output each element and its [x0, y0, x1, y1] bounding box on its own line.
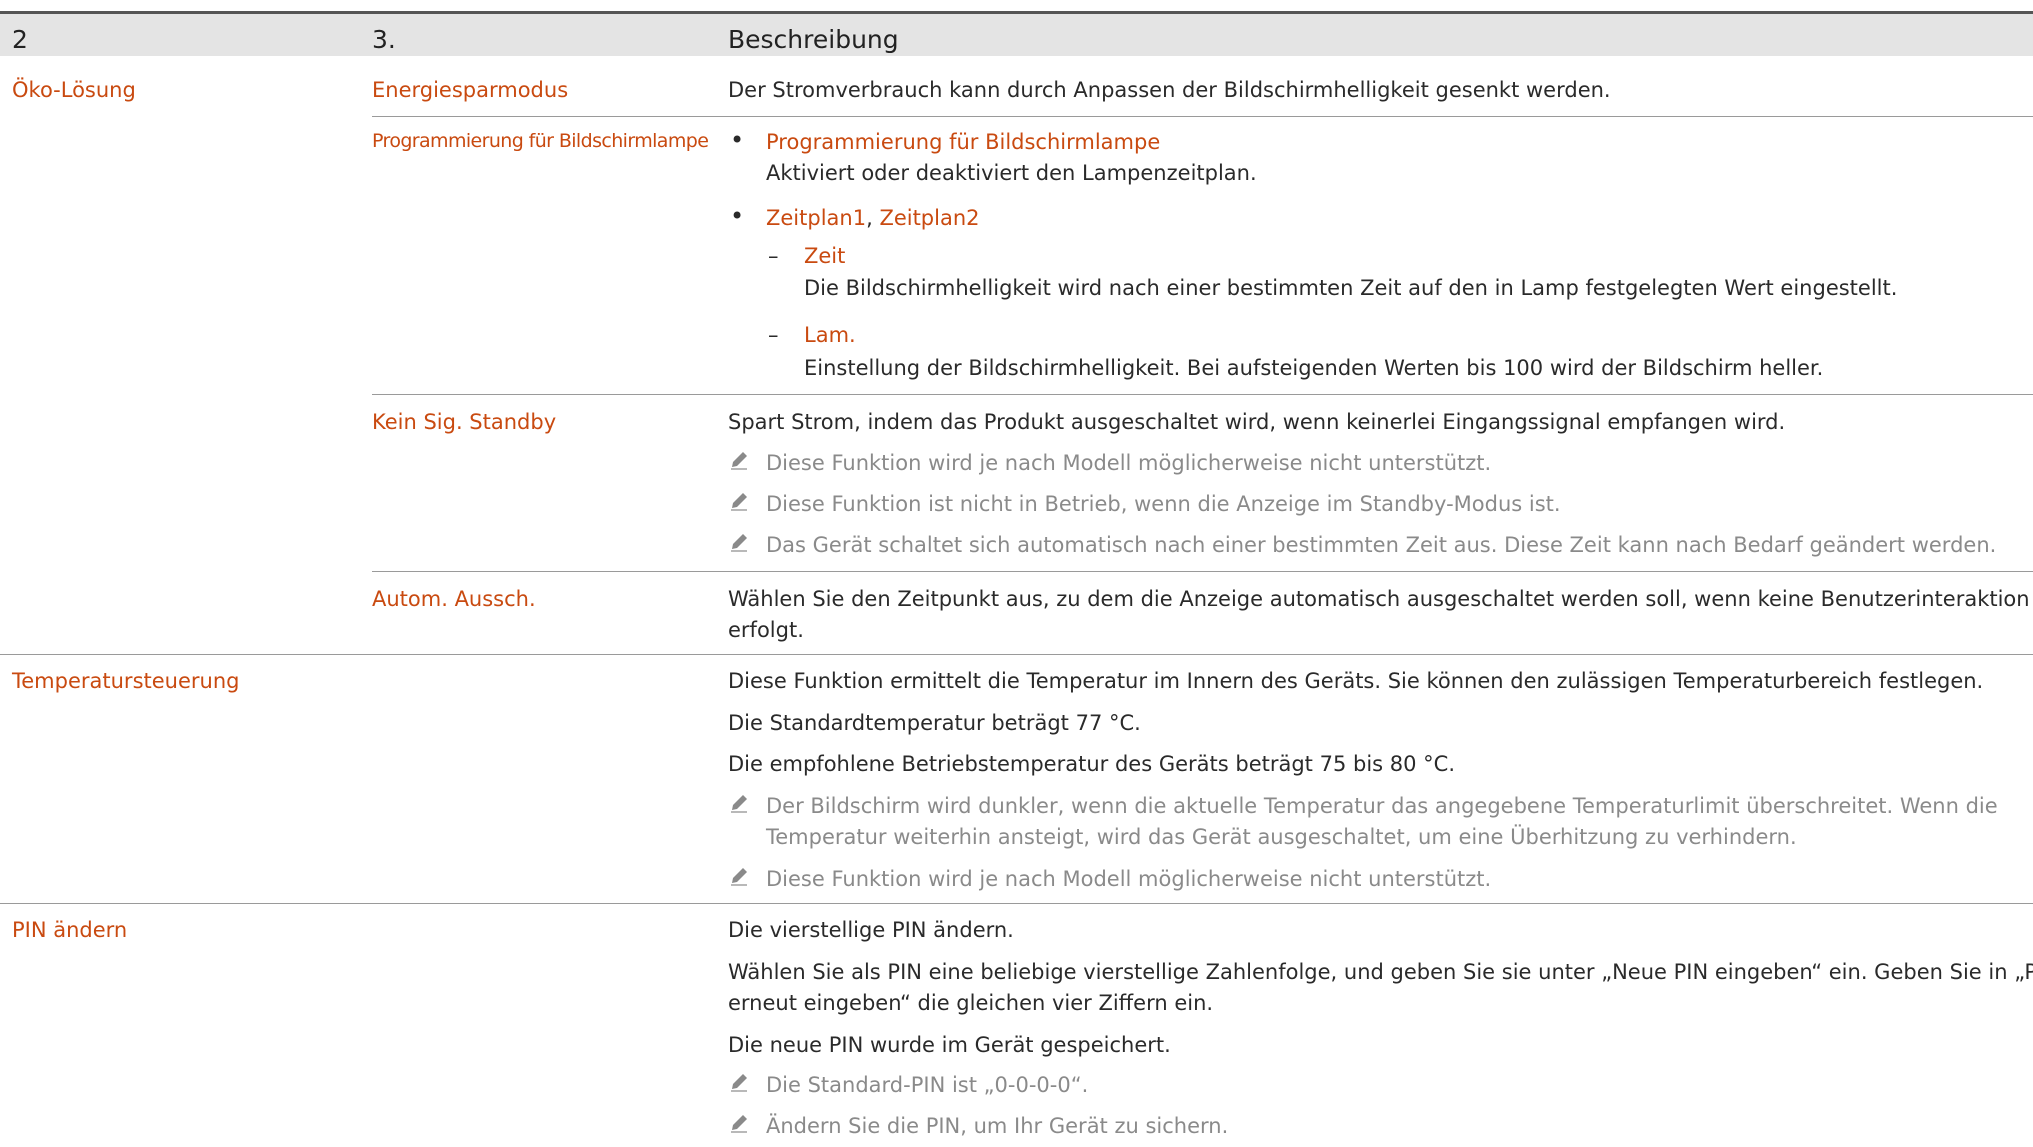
bullet: • — [730, 126, 745, 154]
pin-note1: Die Standard-PIN ist „0-0-0-0“. — [766, 1073, 1089, 1097]
row-divider — [372, 571, 2033, 572]
row-divider — [372, 116, 2033, 117]
temp-note1a: Der Bildschirm wird dunkler, wenn die ak… — [766, 794, 1998, 818]
lam-desc: Einstellung der Bildschirmhelligkeit. Be… — [804, 356, 1824, 380]
category-oeko: Öko-Lösung — [12, 78, 136, 102]
temp-note1b: Temperatur weiterhin ansteigt, wird das … — [766, 825, 1797, 849]
item-energiesparmodus: Energiesparmodus — [372, 78, 569, 102]
temp-desc2: Die Standardtemperatur beträgt 77 °C. — [728, 711, 1141, 735]
row-divider — [372, 394, 2033, 395]
pin-desc2a: Wählen Sie als PIN eine beliebige vierst… — [728, 960, 2033, 984]
temp-desc3: Die empfohlene Betriebstemperatur des Ge… — [728, 752, 1456, 776]
header-col2: 3. — [372, 25, 396, 54]
item-lampe: Programmierung für Bildschirmlampe — [372, 130, 709, 152]
pencil-icon — [728, 1112, 750, 1134]
header-col1: 2 — [12, 25, 28, 54]
pencil-icon — [728, 1071, 750, 1093]
item-standby: Kein Sig. Standby — [372, 410, 557, 434]
pin-note2: Ändern Sie die PIN, um Ihr Gerät zu sich… — [766, 1114, 1229, 1138]
lampe-bullet1-desc: Aktiviert oder deaktiviert den Lampenzei… — [766, 161, 1257, 185]
desc-autom-aussch-2: erfolgt. — [728, 618, 804, 642]
dash: – — [768, 323, 779, 347]
pin-desc3: Die neue PIN wurde im Gerät gespeichert. — [728, 1033, 1171, 1057]
temp-note2: Diese Funktion wird je nach Modell mögli… — [766, 867, 1492, 891]
temp-desc1: Diese Funktion ermittelt die Temperatur … — [728, 669, 1984, 693]
lampe-bullet1-title: Programmierung für Bildschirmlampe — [766, 130, 1161, 154]
section-divider — [0, 654, 2033, 655]
table-header: 2 3. Beschreibung — [0, 11, 2033, 56]
desc-energiesparmodus: Der Stromverbrauch kann durch Anpassen d… — [728, 78, 1611, 102]
zeit-title: Zeit — [804, 244, 846, 268]
header-col3: Beschreibung — [728, 25, 899, 54]
standby-note3: Das Gerät schaltet sich automatisch nach… — [766, 533, 1997, 557]
lam-title: Lam. — [804, 323, 856, 347]
pin-desc1: Die vierstellige PIN ändern. — [728, 918, 1014, 942]
zeit-desc: Die Bildschirmhelligkeit wird nach einer… — [804, 276, 1898, 300]
desc-autom-aussch-1: Wählen Sie den Zeitpunkt aus, zu dem die… — [728, 587, 2030, 611]
dash: – — [768, 244, 779, 268]
item-autom-aussch: Autom. Aussch. — [372, 587, 536, 611]
pencil-icon — [728, 792, 750, 814]
desc-standby: Spart Strom, indem das Produkt ausgescha… — [728, 410, 1786, 434]
standby-note2: Diese Funktion ist nicht in Betrieb, wen… — [766, 492, 1561, 516]
pin-desc2b: erneut eingeben“ die gleichen vier Ziffe… — [728, 991, 1214, 1015]
category-temperatur: Temperatursteuerung — [12, 669, 240, 693]
category-pin: PIN ändern — [12, 918, 128, 942]
pencil-icon — [728, 449, 750, 471]
pencil-icon — [728, 865, 750, 887]
standby-note1: Diese Funktion wird je nach Modell mögli… — [766, 451, 1492, 475]
bullet: • — [730, 202, 745, 230]
settings-table: 2 3. Beschreibung Öko-Lösung Energiespar… — [0, 0, 2033, 1147]
section-divider — [0, 903, 2033, 904]
pencil-icon — [728, 531, 750, 553]
lampe-bullet2: Zeitplan1, Zeitplan2 — [766, 206, 980, 230]
pencil-icon — [728, 490, 750, 512]
